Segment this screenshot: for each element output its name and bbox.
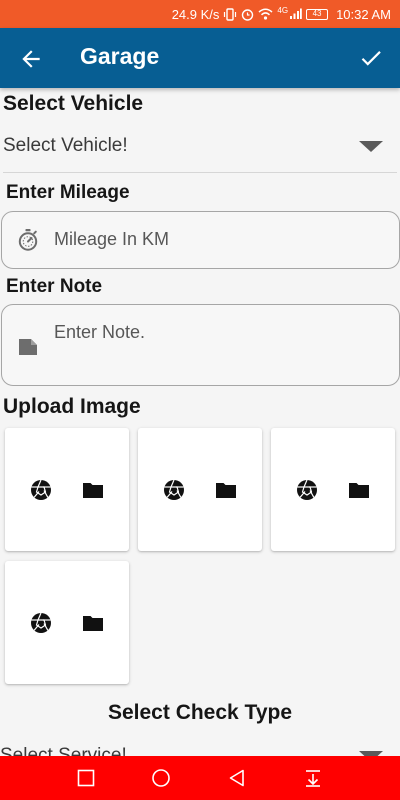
recents-icon[interactable] [76, 768, 96, 788]
vehicle-dropdown[interactable]: Select Vehicle! [3, 126, 397, 166]
status-bar: 24.9 K/s 4G 43 10:32 AM [0, 0, 400, 28]
save-check-icon[interactable] [358, 45, 384, 71]
image-upload-slot[interactable] [5, 428, 129, 551]
alarm-icon [242, 8, 254, 21]
back-icon[interactable] [227, 768, 247, 788]
mileage-placeholder: Mileage In KM [54, 229, 170, 249]
network-speed: 24.9 K/s [171, 6, 220, 22]
image-upload-slot[interactable] [5, 561, 129, 684]
home-icon[interactable] [151, 768, 171, 788]
note-heading: Enter Note [6, 276, 103, 297]
note-icon [19, 339, 37, 355]
garage-form: Select Vehicle Select Vehicle! Enter Mil… [0, 88, 400, 756]
folder-icon[interactable] [81, 478, 105, 502]
system-nav-bar [0, 756, 400, 800]
service-dropdown[interactable]: Select Service! [0, 736, 397, 756]
check-type-heading: Select Check Type [107, 701, 293, 724]
note-input[interactable]: Enter Note. [1, 304, 400, 386]
dropdown-arrow-icon [359, 140, 383, 152]
battery-icon: 43 [306, 8, 329, 20]
image-upload-slot[interactable] [271, 428, 395, 551]
camera-icon[interactable] [29, 611, 53, 635]
folder-icon[interactable] [347, 478, 371, 502]
upload-image-heading: Upload Image [3, 395, 141, 418]
image-upload-slot[interactable] [138, 428, 262, 551]
back-arrow-icon[interactable] [18, 46, 44, 72]
clock: 10:32 AM [336, 6, 391, 22]
note-placeholder: Enter Note. [54, 322, 146, 342]
mileage-heading: Enter Mileage [6, 182, 130, 203]
signal-icon [290, 8, 302, 19]
mileage-input[interactable]: Mileage In KM [1, 211, 400, 269]
network-type: 4G [277, 6, 289, 15]
app-bar: Garage [0, 28, 400, 88]
camera-icon[interactable] [295, 478, 319, 502]
select-vehicle-heading: Select Vehicle [3, 92, 144, 115]
vibrate-icon [224, 7, 237, 21]
stopwatch-icon [18, 229, 38, 251]
camera-icon[interactable] [162, 478, 186, 502]
service-dropdown-value: Select Service! [0, 745, 127, 756]
page-title: Garage [80, 43, 160, 69]
notification-pull-icon[interactable] [303, 768, 323, 788]
vehicle-dropdown-value: Select Vehicle! [3, 135, 128, 156]
camera-icon[interactable] [29, 478, 53, 502]
divider [3, 172, 397, 173]
wifi-icon [258, 8, 273, 20]
folder-icon[interactable] [214, 478, 238, 502]
folder-icon[interactable] [81, 611, 105, 635]
